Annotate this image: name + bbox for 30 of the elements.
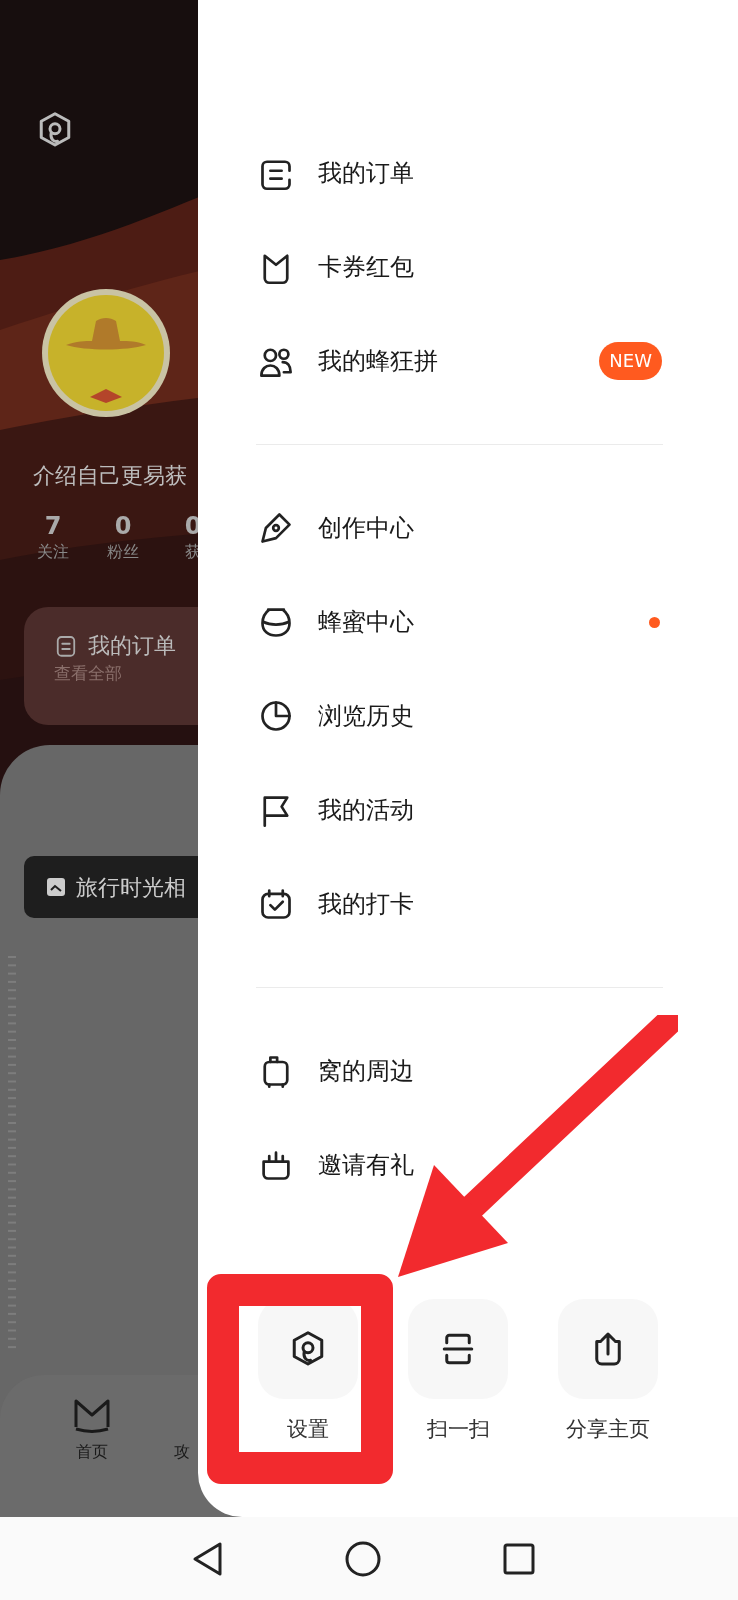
stat-label: 粉丝 bbox=[107, 541, 139, 563]
profile-intro: 介绍自己更易获 bbox=[33, 462, 188, 490]
new-badge: NEW bbox=[599, 342, 662, 380]
home-icon[interactable] bbox=[345, 1540, 381, 1577]
menu-item[interactable]: 我的订单 bbox=[318, 157, 414, 189]
calendar-check-icon bbox=[258, 886, 294, 922]
clock-pie-icon bbox=[258, 698, 294, 734]
photo-icon bbox=[46, 877, 66, 897]
order-card-title: 我的订单 bbox=[88, 632, 176, 660]
menu-item[interactable]: 卡券红包 bbox=[318, 251, 414, 283]
menu-item[interactable]: 邀请有礼 bbox=[318, 1149, 414, 1181]
menu-item[interactable]: 窝的周边 bbox=[318, 1055, 414, 1087]
avatar[interactable] bbox=[40, 287, 172, 419]
pen-tag-icon bbox=[258, 510, 294, 546]
order-card-subtitle: 查看全部 bbox=[54, 662, 123, 685]
recents-icon[interactable] bbox=[503, 1542, 535, 1575]
stat-value: 0 bbox=[114, 511, 132, 541]
shortcut-button[interactable] bbox=[408, 1299, 508, 1399]
stat-label: 关注 bbox=[37, 541, 69, 563]
menu-item[interactable]: 我的蜂狂拼 bbox=[318, 345, 438, 377]
document-icon bbox=[54, 633, 78, 659]
shortcut-button[interactable] bbox=[558, 1299, 658, 1399]
shortcut-label[interactable]: 设置 bbox=[287, 1415, 329, 1443]
menu-item[interactable]: 我的打卡 bbox=[318, 888, 414, 920]
shortcut-label[interactable]: 分享主页 bbox=[566, 1415, 650, 1443]
menu-item[interactable]: 创作中心 bbox=[318, 512, 414, 544]
stat-value: 7 bbox=[44, 511, 62, 541]
back-icon[interactable] bbox=[192, 1540, 224, 1577]
menu-item[interactable]: 我的活动 bbox=[318, 794, 414, 826]
shortcut-label[interactable]: 扫一扫 bbox=[426, 1415, 490, 1443]
